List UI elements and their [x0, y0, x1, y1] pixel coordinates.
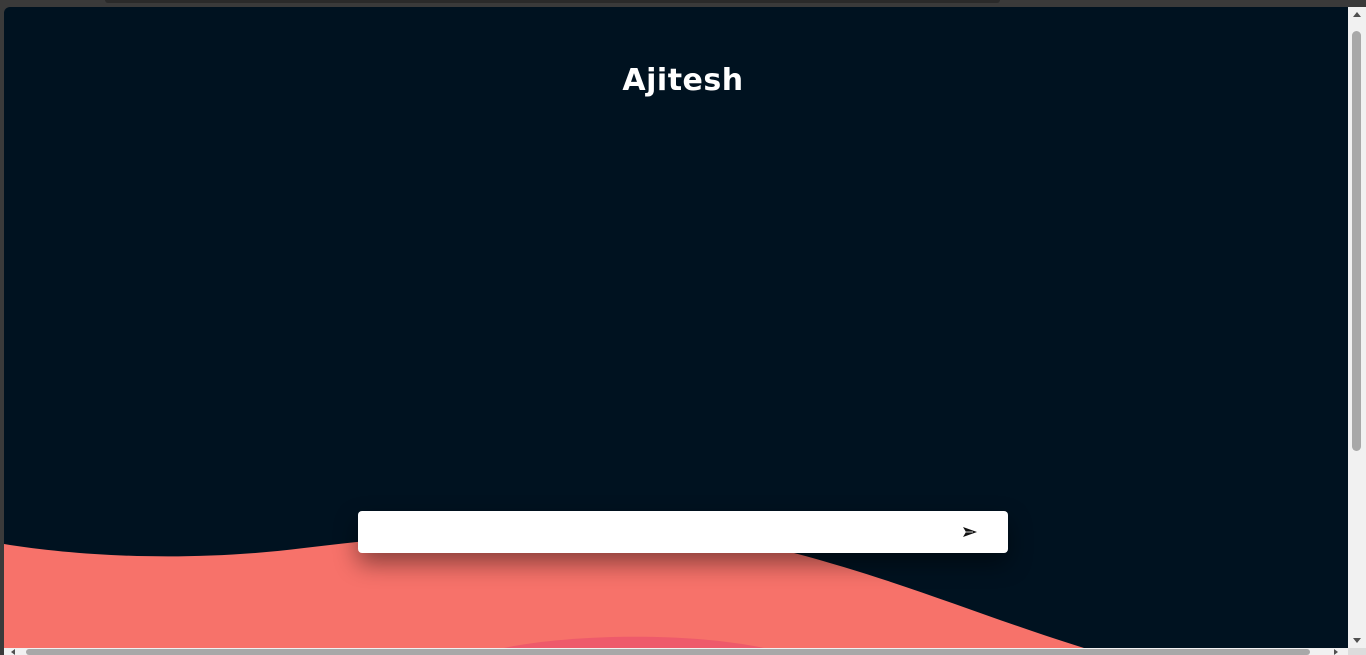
scroll-down-arrow-icon[interactable]: [1353, 638, 1361, 643]
send-button[interactable]: [950, 511, 990, 553]
scrollbar-corner: [1348, 648, 1366, 655]
browser-tab-edge: [105, 0, 1000, 3]
horizontal-scroll-thumb[interactable]: [26, 649, 1310, 655]
chat-page: Ajitesh: [4, 7, 1348, 648]
vertical-scroll-thumb[interactable]: [1352, 31, 1361, 451]
horizontal-scrollbar[interactable]: [4, 648, 1348, 655]
scroll-left-arrow-icon[interactable]: [11, 649, 15, 655]
message-composer: [358, 511, 1008, 553]
scroll-right-arrow-icon[interactable]: [1334, 649, 1338, 655]
vertical-scrollbar[interactable]: [1348, 7, 1366, 648]
browser-top-strip: [0, 0, 1366, 7]
message-input[interactable]: [358, 511, 950, 553]
scroll-up-arrow-icon[interactable]: [1353, 12, 1361, 17]
send-arrow-icon: [963, 527, 977, 537]
app-title: Ajitesh: [622, 63, 744, 98]
